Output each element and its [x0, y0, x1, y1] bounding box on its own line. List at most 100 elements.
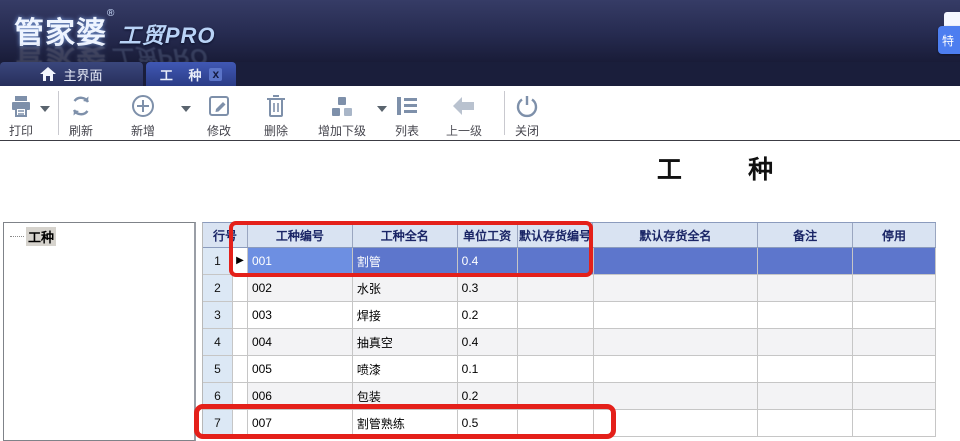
remark-cell[interactable]	[758, 383, 853, 410]
row-number-cell[interactable]: 5	[203, 356, 233, 383]
inv-code-cell[interactable]	[518, 329, 594, 356]
add-dropdown-arrow-icon[interactable]	[181, 106, 191, 112]
wage-cell[interactable]: 0.4	[458, 329, 518, 356]
disabled-cell[interactable]	[853, 383, 936, 410]
table-row[interactable]: 4 004 抽真空 0.4	[203, 329, 936, 356]
close-button[interactable]: 关闭	[514, 93, 540, 139]
plus-circle-icon	[130, 93, 156, 119]
print-dropdown-arrow-icon[interactable]	[40, 106, 50, 112]
name-cell[interactable]: 水张	[353, 275, 458, 302]
remark-cell[interactable]	[758, 329, 853, 356]
column-header-row-no[interactable]: 行号	[203, 223, 248, 247]
inv-name-cell[interactable]	[594, 329, 759, 356]
remark-cell[interactable]	[758, 248, 853, 275]
corner-badge[interactable]: 特	[938, 26, 960, 54]
record-indicator-cell	[233, 356, 248, 383]
disabled-cell[interactable]	[853, 248, 936, 275]
name-cell[interactable]: 割管熟练	[353, 410, 458, 437]
power-icon	[514, 93, 540, 119]
code-cell[interactable]: 005	[248, 356, 353, 383]
delete-button[interactable]: 删除	[263, 93, 289, 139]
list-button[interactable]: 列表	[394, 93, 420, 139]
inv-code-cell[interactable]	[518, 356, 594, 383]
disabled-cell[interactable]	[853, 410, 936, 437]
disabled-cell[interactable]	[853, 329, 936, 356]
inv-code-cell[interactable]	[518, 248, 594, 275]
inv-name-cell[interactable]	[594, 410, 759, 437]
row-number-cell[interactable]: 6	[203, 383, 233, 410]
disabled-cell[interactable]	[853, 302, 936, 329]
name-cell[interactable]: 喷漆	[353, 356, 458, 383]
column-header-code[interactable]: 工种编号	[248, 223, 353, 247]
wage-cell[interactable]: 0.1	[458, 356, 518, 383]
column-header-inv-name[interactable]: 默认存货全名	[593, 223, 758, 247]
inv-name-cell[interactable]	[594, 356, 759, 383]
disabled-cell[interactable]	[853, 356, 936, 383]
app-window: 管家婆® 工贸PRO 管家婆 工贸PRO 特 主界面 工 种 x	[0, 0, 960, 441]
row-number-cell[interactable]: 7	[203, 410, 233, 437]
add-sublevel-button[interactable]: 增加下级	[318, 93, 366, 139]
button-label: 打印	[9, 122, 33, 139]
tab-main-screen[interactable]: 主界面	[0, 62, 143, 86]
remark-cell[interactable]	[758, 275, 853, 302]
row-number-cell[interactable]: 1	[203, 248, 233, 275]
inv-code-cell[interactable]	[518, 383, 594, 410]
name-cell[interactable]: 包装	[353, 383, 458, 410]
name-cell[interactable]: 焊接	[353, 302, 458, 329]
column-header-wage[interactable]: 单位工资	[458, 223, 518, 247]
tree-branch-line	[10, 236, 24, 237]
wage-cell[interactable]: 0.2	[458, 302, 518, 329]
inv-name-cell[interactable]	[594, 302, 759, 329]
inv-code-cell[interactable]	[518, 275, 594, 302]
inv-code-cell[interactable]	[518, 410, 594, 437]
code-cell[interactable]: 002	[248, 275, 353, 302]
remark-cell[interactable]	[758, 410, 853, 437]
remark-cell[interactable]	[758, 302, 853, 329]
name-cell[interactable]: 抽真空	[353, 329, 458, 356]
code-cell[interactable]: 003	[248, 302, 353, 329]
table-row[interactable]: 1 ▶ 001 割管 0.4	[203, 248, 936, 275]
code-cell[interactable]: 004	[248, 329, 353, 356]
wage-cell[interactable]: 0.3	[458, 275, 518, 302]
row-number-cell[interactable]: 3	[203, 302, 233, 329]
wage-cell[interactable]: 0.5	[458, 410, 518, 437]
table-row[interactable]: 2 002 水张 0.3	[203, 275, 936, 302]
wage-cell[interactable]: 0.2	[458, 383, 518, 410]
column-header-name[interactable]: 工种全名	[353, 223, 458, 247]
table-row[interactable]: 3 003 焊接 0.2	[203, 302, 936, 329]
up-level-button[interactable]: 上一级	[446, 93, 482, 139]
app-logo: 管家婆® 工贸PRO	[14, 8, 216, 56]
registered-mark: ®	[107, 8, 114, 19]
app-header: 管家婆® 工贸PRO 管家婆 工贸PRO 特	[0, 0, 960, 62]
add-button[interactable]: 新增	[130, 93, 156, 139]
tree-node-work-type[interactable]: 工种	[10, 227, 194, 246]
wage-cell[interactable]: 0.4	[458, 248, 518, 275]
row-number-cell[interactable]: 2	[203, 275, 233, 302]
code-cell[interactable]: 006	[248, 383, 353, 410]
table-row[interactable]: 6 006 包装 0.2	[203, 383, 936, 410]
code-cell[interactable]: 007	[248, 410, 353, 437]
add-sublevel-dropdown-arrow-icon[interactable]	[377, 106, 387, 112]
table-row[interactable]: 7 007 割管熟练 0.5	[203, 410, 936, 437]
inv-name-cell[interactable]	[594, 248, 759, 275]
tab-work-type[interactable]: 工 种 x	[146, 62, 236, 86]
tree-node-label[interactable]: 工种	[26, 227, 56, 246]
table-row[interactable]: 5 005 喷漆 0.1	[203, 356, 936, 383]
button-label: 删除	[264, 122, 288, 139]
inv-name-cell[interactable]	[594, 383, 759, 410]
name-cell[interactable]: 割管	[353, 248, 458, 275]
column-header-remark[interactable]: 备注	[758, 223, 853, 247]
refresh-button[interactable]: 刷新	[68, 93, 94, 139]
inv-name-cell[interactable]	[594, 275, 759, 302]
column-header-inv-code[interactable]: 默认存货编号	[518, 223, 594, 247]
corner-widget[interactable]: 特	[934, 10, 960, 58]
remark-cell[interactable]	[758, 356, 853, 383]
disabled-cell[interactable]	[853, 275, 936, 302]
inv-code-cell[interactable]	[518, 302, 594, 329]
tab-close-icon[interactable]: x	[209, 68, 222, 81]
code-cell[interactable]: 001	[248, 248, 353, 275]
edit-button[interactable]: 修改	[206, 93, 232, 139]
row-number-cell[interactable]: 4	[203, 329, 233, 356]
print-button[interactable]: 打印	[8, 93, 34, 139]
column-header-disabled[interactable]: 停用	[853, 223, 936, 247]
